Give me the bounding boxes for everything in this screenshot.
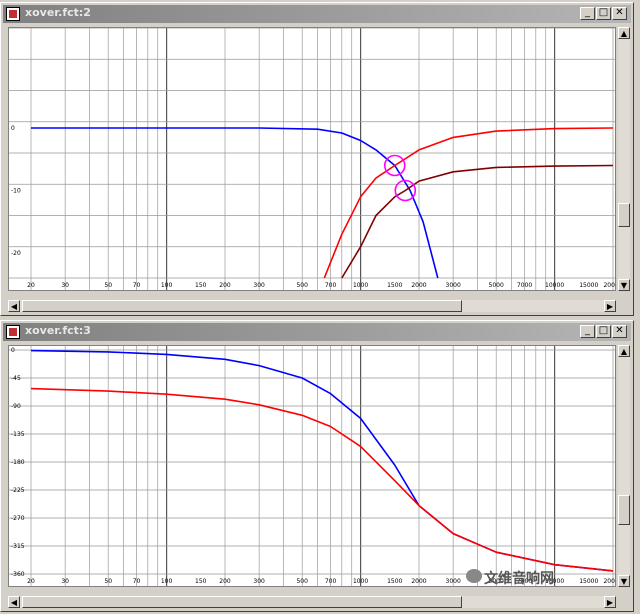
magnitude-chart: 20 30 50 70 100 150 200 300 500 700 1000 1500 2000 30… — [9, 28, 615, 290]
y-tick-label: -45 — [11, 375, 21, 382]
x-tick-label: 150 — [195, 282, 207, 289]
scroll-down-arrow[interactable]: ▼ — [618, 279, 630, 291]
x-tick-label: 30 — [61, 282, 69, 289]
x-tick-label: 15000 — [579, 578, 598, 585]
phase-chart: 20 30 50 70 100 150 200 300 500 700 1000 1500 2000 30… — [9, 346, 615, 586]
x-tick-label: 5000 — [489, 282, 504, 289]
scroll-thumb[interactable] — [618, 203, 630, 227]
y-tick-label: -180 — [11, 459, 25, 466]
y-tick-label: -90 — [11, 403, 21, 410]
horizontal-scrollbar[interactable]: ◀ ▶ — [8, 596, 616, 608]
x-tick-label: 3000 — [446, 282, 461, 289]
magnitude-plot: 20 30 50 70 100 150 200 300 500 700 1000 1500 2000 30… — [8, 27, 616, 291]
x-tick-label: 7000 — [517, 282, 532, 289]
scroll-down-arrow[interactable]: ▼ — [618, 575, 630, 587]
titlebar[interactable]: xover.fct:2 _ □ ✕ — [3, 5, 631, 23]
window-title: xover.fct:3 — [25, 324, 91, 337]
horizontal-scrollbar[interactable]: ◀ ▶ — [8, 300, 616, 312]
scroll-up-arrow[interactable]: ▲ — [618, 27, 630, 39]
series-line-1 — [323, 127, 614, 279]
y-tick-label: -270 — [11, 515, 25, 522]
scroll-right-arrow[interactable]: ▶ — [604, 596, 616, 608]
x-tick-label: 1000 — [353, 578, 368, 585]
wechat-icon — [466, 569, 482, 583]
app-icon[interactable] — [6, 7, 20, 21]
vertical-scrollbar[interactable]: ▲ ▼ — [618, 345, 630, 587]
x-tick-label: 150 — [195, 578, 207, 585]
y-tick-label: -225 — [11, 487, 25, 494]
close-button[interactable]: ✕ — [612, 325, 627, 338]
close-button[interactable]: ✕ — [612, 7, 627, 20]
x-tick-label: 70 — [133, 282, 141, 289]
scroll-thumb[interactable] — [618, 495, 630, 525]
x-tick-label: 20000 — [603, 282, 615, 289]
series-line-1 — [30, 387, 614, 572]
grid — [9, 346, 615, 586]
x-tick-label: 20000 — [603, 578, 615, 585]
x-tick-label: 70 — [133, 578, 141, 585]
scroll-left-arrow[interactable]: ◀ — [8, 596, 20, 608]
x-tick-label: 30 — [61, 578, 69, 585]
x-tick-label: 2000 — [411, 578, 426, 585]
x-tick-label: 1500 — [387, 578, 402, 585]
maximize-button[interactable]: □ — [596, 325, 611, 338]
x-tick-label: 500 — [296, 578, 308, 585]
y-tick-label: -20 — [11, 250, 21, 257]
x-tick-label: 50 — [104, 578, 112, 585]
scroll-left-arrow[interactable]: ◀ — [8, 300, 20, 312]
scroll-up-arrow[interactable]: ▲ — [618, 345, 630, 357]
x-tick-label: 50 — [104, 282, 112, 289]
x-tick-label: 100 — [161, 578, 173, 585]
y-tick-label: 0 — [11, 347, 15, 354]
x-tick-label: 2000 — [411, 282, 426, 289]
y-tick-label: -10 — [11, 188, 21, 195]
x-tick-label: 15000 — [579, 282, 598, 289]
x-tick-label: 300 — [253, 578, 265, 585]
watermark-text: 文维音响网 — [484, 571, 554, 587]
window-xover-fct-2: xover.fct:2 _ □ ✕ 20 30 50 70 100 150 200 300 50… — [0, 2, 634, 316]
y-tick-label: -135 — [11, 431, 25, 438]
window-title: xover.fct:2 — [25, 6, 91, 19]
x-tick-label: 300 — [253, 282, 265, 289]
x-tick-label: 200 — [219, 282, 231, 289]
x-tick-label: 20 — [27, 282, 35, 289]
scroll-thumb[interactable] — [22, 300, 462, 312]
vertical-scrollbar[interactable]: ▲ ▼ — [618, 27, 630, 291]
minimize-button[interactable]: _ — [580, 325, 595, 338]
y-tick-label: -360 — [11, 571, 25, 578]
x-tick-label: 700 — [325, 282, 337, 289]
x-tick-label: 700 — [325, 578, 337, 585]
x-tick-label: 1500 — [387, 282, 402, 289]
titlebar[interactable]: xover.fct:3 _ □ ✕ — [3, 323, 631, 341]
phase-plot: 20 30 50 70 100 150 200 300 500 700 1000 1500 2000 30… — [8, 345, 616, 587]
scroll-right-arrow[interactable]: ▶ — [604, 300, 616, 312]
grid — [9, 28, 615, 290]
y-tick-label: -315 — [11, 543, 25, 550]
x-tick-label: 1000 — [353, 282, 368, 289]
x-tick-label: 100 — [161, 282, 173, 289]
series-line-0 — [30, 349, 614, 572]
x-tick-label: 10000 — [545, 282, 564, 289]
scroll-thumb[interactable] — [22, 596, 462, 608]
maximize-button[interactable]: □ — [596, 7, 611, 20]
y-tick-label: 0 — [11, 125, 15, 132]
app-icon[interactable] — [6, 325, 20, 339]
x-tick-label: 3000 — [446, 578, 461, 585]
x-tick-label: 20 — [27, 578, 35, 585]
x-tick-label: 200 — [219, 578, 231, 585]
minimize-button[interactable]: _ — [580, 7, 595, 20]
x-tick-label: 500 — [296, 282, 308, 289]
series-line-0 — [31, 127, 439, 279]
